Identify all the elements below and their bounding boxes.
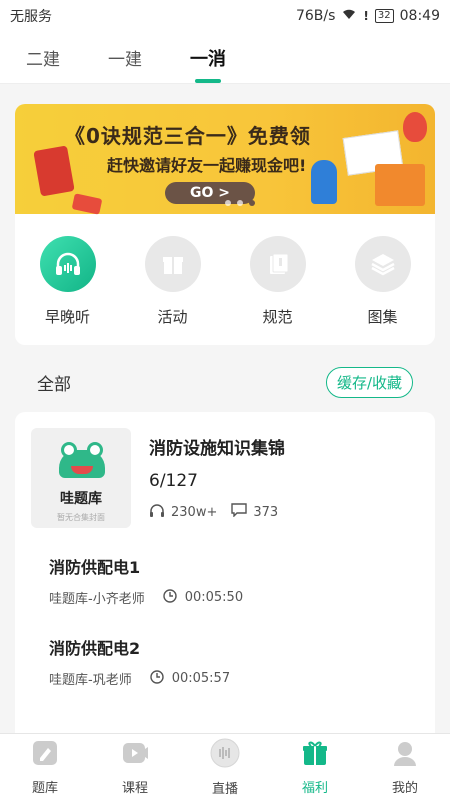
gift-icon [144, 236, 201, 292]
quick-action-atlas[interactable]: 图集 [338, 236, 428, 327]
nav-question-bank[interactable]: 题库 [10, 739, 80, 796]
carousel-dots [225, 200, 255, 206]
cover-note: 暂无合集封面 [57, 513, 105, 522]
episode-meta: 哇题库-巩老师 00:05:57 [49, 669, 401, 688]
quick-action-label: 活动 [157, 308, 188, 326]
bottom-nav: 题库 课程 直播 福利 我的 [0, 733, 450, 801]
album-progress: 6/127 [149, 471, 198, 491]
section-title: 全部 [37, 374, 71, 395]
cache-favorites-button[interactable]: 缓存/收藏 [325, 366, 413, 398]
banner-subtitle: 赶快邀请好友一起赚现金吧! [107, 156, 307, 175]
card-illustration [71, 193, 103, 215]
carousel-dot-active [249, 200, 255, 206]
alert-icon: ! [363, 9, 369, 23]
episode-title: 消防供配电2 [49, 639, 141, 658]
quick-action-standard[interactable]: 规范 [233, 236, 323, 327]
person-illustration [311, 160, 337, 204]
album-cover: 哇题库 暂无合集封面 [31, 428, 131, 528]
cover-title: 哇题库 [60, 491, 102, 507]
gift-icon [301, 739, 329, 771]
nav-label: 题库 [31, 781, 58, 796]
nav-label: 直播 [211, 782, 238, 797]
pencil-icon [31, 739, 59, 771]
album-name: 消防设施知识集锦 [149, 439, 285, 459]
nav-courses[interactable]: 课程 [100, 739, 170, 796]
frog-eye [61, 442, 77, 458]
carousel-dot [225, 200, 231, 206]
album-info: 消防设施知识集锦 6/127 230w+ 373 [149, 428, 285, 528]
user-icon [391, 739, 419, 771]
promo-banner[interactable]: 《0诀规范三合一》免费领 赶快邀请好友一起赚现金吧! GO > [15, 104, 435, 215]
layers-icon [354, 236, 411, 292]
clock: 08:49 [399, 8, 440, 24]
album-card: 哇题库 暂无合集封面 消防设施知识集锦 6/127 230w+ 373 消防供配… [15, 412, 435, 742]
quick-action-label: 早晚听 [44, 308, 90, 326]
carousel-dot [237, 200, 243, 206]
headphones-icon [149, 503, 165, 521]
nav-profile[interactable]: 我的 [370, 739, 440, 796]
duration-text: 00:05:57 [171, 671, 231, 686]
episode-meta: 哇题库-小齐老师 00:05:50 [49, 588, 401, 607]
tab-erjian[interactable]: 二建 [26, 37, 60, 78]
gift-box-illustration [375, 164, 425, 206]
episode-duration: 00:05:57 [150, 669, 231, 688]
clock-icon [163, 588, 177, 607]
quick-action-label: 图集 [367, 308, 398, 326]
episode-item[interactable]: 消防供配电2 哇题库-巩老师 00:05:57 [15, 619, 435, 700]
comment-icon [231, 503, 248, 521]
battery-icon: 32 [374, 9, 394, 23]
nav-label: 福利 [301, 781, 328, 796]
balloon-illustration [403, 112, 427, 142]
nav-welfare[interactable]: 福利 [280, 739, 350, 796]
episode-title: 消防供配电1 [49, 558, 141, 577]
headphones-icon [39, 236, 96, 292]
comment-stat: 373 [231, 503, 278, 521]
listen-stat: 230w+ [149, 503, 217, 521]
tab-yixiao[interactable]: 一消 [190, 37, 226, 79]
quick-actions: 早晚听 活动 规范 图集 [15, 214, 435, 345]
episode-author: 哇题库-小齐老师 [49, 592, 145, 607]
album-stats: 230w+ 373 [149, 503, 285, 521]
frog-eye [87, 442, 103, 458]
episode-item[interactable]: 消防供配电1 哇题库-小齐老师 00:05:50 [15, 538, 435, 619]
nav-live[interactable]: 直播 [190, 738, 260, 797]
wifi-icon [341, 8, 357, 24]
status-indicators: 76B/s ! 32 08:49 [296, 8, 440, 24]
status-bar: 无服务 76B/s ! 32 08:49 [0, 0, 450, 32]
frog-mouth [71, 466, 93, 474]
quick-action-label: 规范 [262, 308, 293, 326]
feature-card: 《0诀规范三合一》免费领 赶快邀请好友一起赚现金吧! GO > 早晚听 活动 规… [15, 104, 435, 345]
nav-label: 我的 [391, 781, 418, 796]
episode-duration: 00:05:50 [163, 588, 244, 607]
banner-title: 《0诀规范三合一》免费领 [65, 124, 311, 148]
album-header[interactable]: 哇题库 暂无合集封面 消防设施知识集锦 6/127 230w+ 373 [15, 412, 435, 538]
episode-author: 哇题库-巩老师 [49, 673, 132, 688]
comment-count: 373 [253, 504, 279, 520]
tab-yijian[interactable]: 一建 [108, 37, 142, 78]
listen-count: 230w+ [171, 504, 218, 520]
quick-action-activity[interactable]: 活动 [128, 236, 218, 327]
exam-tabs: 二建 一建 一消 [0, 32, 450, 84]
network-speed: 76B/s [295, 8, 336, 24]
quick-action-listen[interactable]: 早晚听 [23, 236, 113, 327]
carrier-text: 无服务 [10, 9, 52, 25]
section-header: 全部 缓存/收藏 [15, 362, 435, 402]
nav-label: 课程 [121, 781, 148, 796]
frog-logo-icon [59, 442, 105, 478]
clock-icon [150, 669, 164, 688]
duration-text: 00:05:50 [184, 590, 244, 605]
document-icon [249, 236, 306, 292]
red-envelope-illustration [33, 145, 75, 197]
live-icon [210, 738, 240, 772]
video-icon [121, 739, 149, 771]
